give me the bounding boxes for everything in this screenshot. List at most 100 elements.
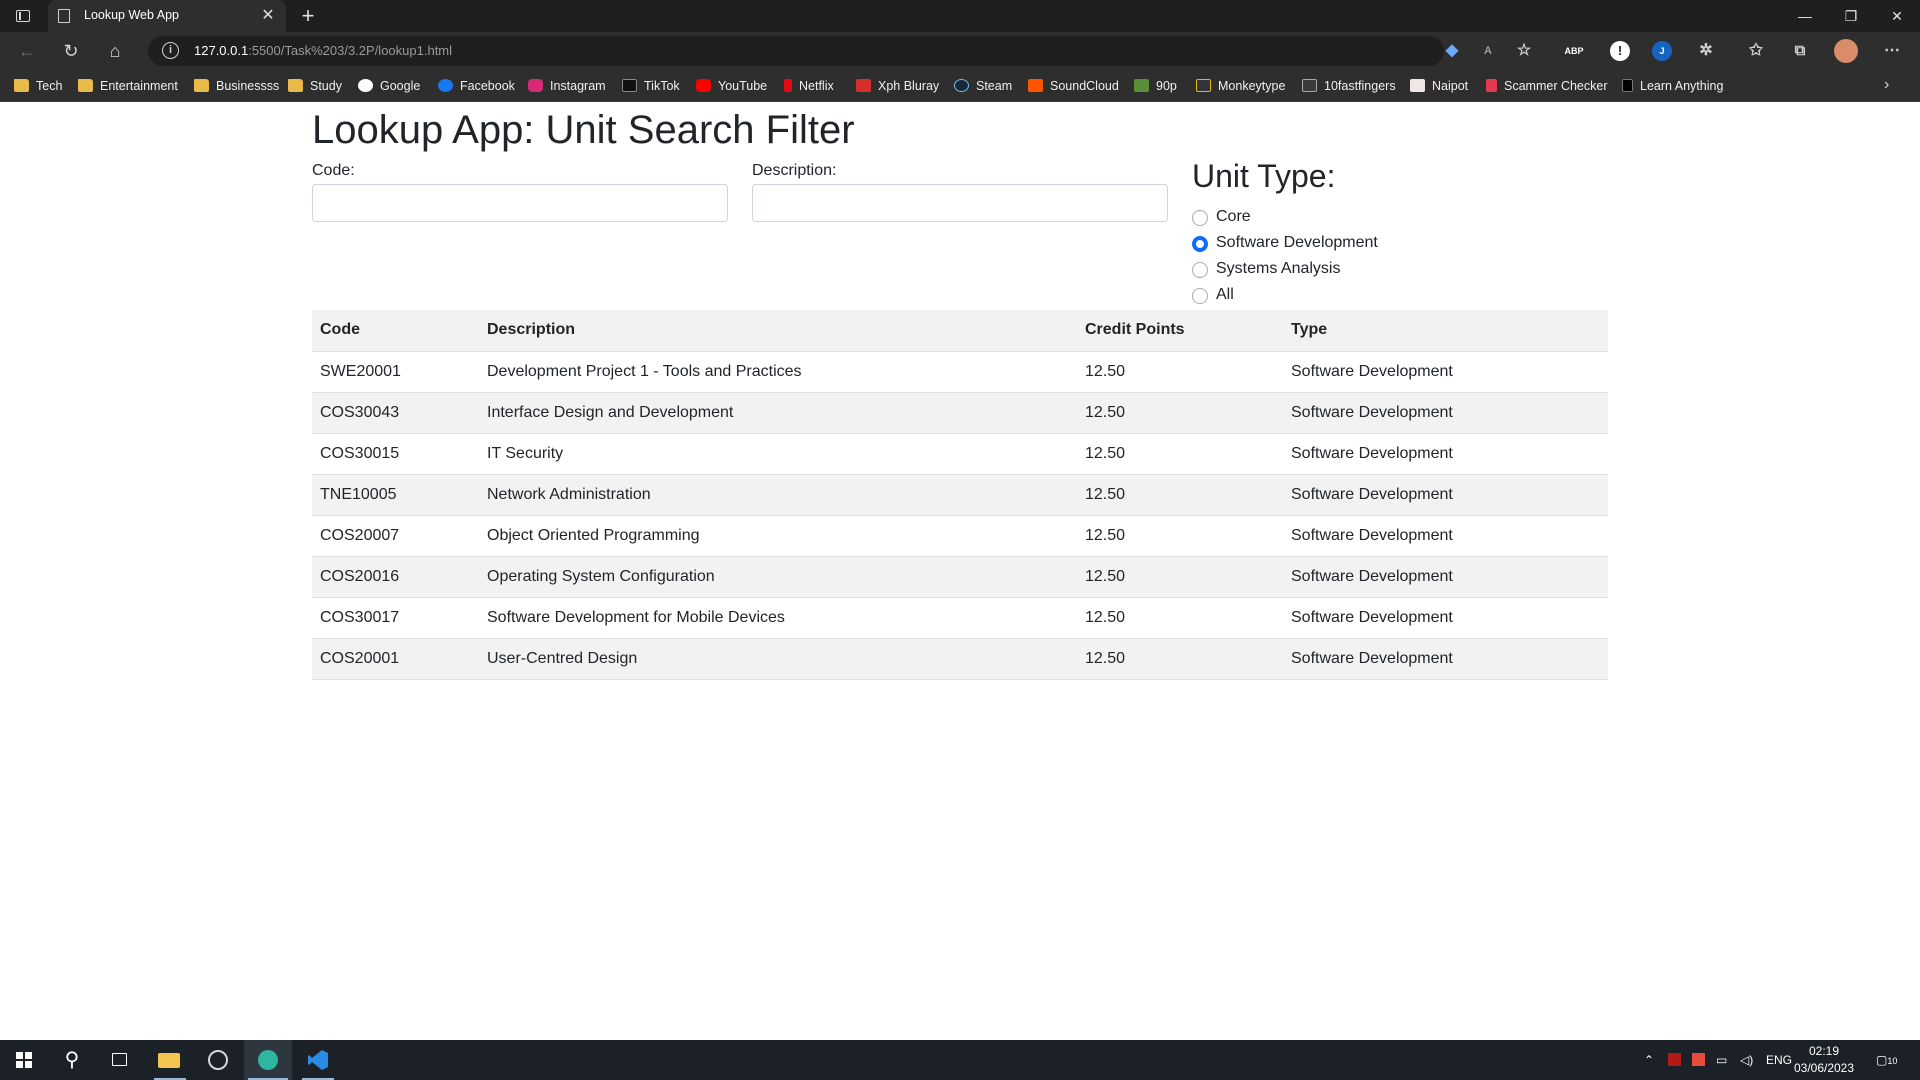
close-tab-icon[interactable]: ✕ (258, 6, 278, 26)
bookmark-label: Facebook (460, 79, 515, 93)
network-icon[interactable]: ▭ (1716, 1040, 1727, 1080)
cell-credit-points: 12.50 (1077, 638, 1283, 680)
new-tab-icon[interactable]: + (296, 4, 320, 28)
bookmark-netflix[interactable]: Netflix (784, 77, 834, 95)
more-menu-icon[interactable]: ⋯ (1882, 41, 1902, 61)
bookmark-label: Learn Anything (1640, 79, 1724, 93)
vscode-icon[interactable] (294, 1040, 342, 1080)
favorite-star-icon[interactable]: ☆ (1514, 41, 1534, 61)
bookmark-monkeytype[interactable]: Monkeytype (1196, 77, 1285, 95)
clock[interactable]: 02:19 03/06/2023 (1792, 1043, 1856, 1077)
code-input[interactable] (312, 184, 728, 222)
notifications-icon[interactable]: ▢10 (1876, 1040, 1897, 1080)
radio-label: Systems Analysis (1216, 260, 1341, 277)
description-label: Description: (752, 162, 837, 179)
extensions-puzzle-icon[interactable]: ✲ (1696, 41, 1716, 61)
radio-button[interactable] (1192, 210, 1208, 226)
back-icon[interactable]: ← (12, 38, 42, 64)
bookmark-facebook[interactable]: Facebook (438, 77, 515, 95)
bookmark-label: Entertainment (100, 79, 178, 93)
radio-button[interactable] (1192, 288, 1208, 304)
bookmark-soundcloud[interactable]: SoundCloud (1028, 77, 1119, 95)
table-row: COS30015 IT Security 12.50 Software Deve… (312, 433, 1608, 475)
bookmark-google[interactable]: Google (358, 77, 420, 95)
folder-icon (14, 79, 29, 92)
tab-actions-icon[interactable] (12, 6, 34, 26)
bookmark-youtube[interactable]: YouTube (696, 77, 767, 95)
cell-code: SWE20001 (312, 351, 479, 393)
bookmark-tiktok[interactable]: TikTok (622, 77, 680, 95)
close-window-icon[interactable]: ✕ (1874, 0, 1920, 32)
bookmark-entertainment[interactable]: Entertainment (78, 77, 178, 95)
bookmark-steam[interactable]: Steam (954, 77, 1012, 95)
bookmark-learn-anything[interactable]: Learn Anything (1622, 77, 1723, 95)
web-page: Lookup App: Unit Search Filter Code: Des… (0, 102, 1920, 1040)
bookmark-label: 10fastfingers (1324, 79, 1396, 93)
site-info-icon[interactable]: i (162, 42, 179, 59)
profile-avatar[interactable] (1834, 39, 1858, 63)
home-icon[interactable]: ⌂ (100, 38, 130, 64)
file-explorer-icon[interactable] (146, 1040, 194, 1080)
reload-icon[interactable]: ↻ (56, 38, 86, 64)
task-view-icon[interactable] (96, 1040, 144, 1080)
tray-antivirus-icon[interactable] (1692, 1040, 1705, 1080)
radio-button[interactable] (1192, 262, 1208, 278)
tag-extension-icon[interactable]: ◆ (1442, 41, 1462, 61)
url-path: :5500/Task%203/3.2P/lookup1.html (248, 43, 453, 58)
radio-button-checked[interactable] (1192, 236, 1208, 252)
bookmark-businessss[interactable]: Businessss (194, 77, 279, 95)
bookmark-label: Netflix (799, 79, 834, 93)
clock-date: 03/06/2023 (1793, 1061, 1855, 1075)
bookmark-90p[interactable]: 90p (1134, 77, 1177, 95)
table-row: COS30017 Software Development for Mobile… (312, 597, 1608, 639)
browser-toolbar: ← ↻ ⌂ i 127.0.0.1:5500/Task%203/3.2P/loo… (0, 32, 1920, 70)
cell-type: Software Development (1283, 638, 1608, 680)
tray-app-icon[interactable] (1668, 1040, 1681, 1080)
chevron-right-icon[interactable]: › (1884, 76, 1889, 94)
bookmark-naipot[interactable]: Naipot (1410, 77, 1468, 95)
bookmark-label: Naipot (1432, 79, 1469, 93)
bookmark-label: Businessss (216, 79, 280, 93)
j-extension-icon[interactable]: J (1652, 41, 1672, 61)
description-input[interactable] (752, 184, 1168, 222)
folder-icon (78, 79, 93, 92)
restore-icon[interactable]: ❐ (1828, 0, 1874, 32)
minimize-icon[interactable]: — (1782, 0, 1828, 32)
adblock-plus-icon[interactable]: ABP (1564, 41, 1584, 61)
volume-icon[interactable]: ◁) (1740, 1040, 1753, 1080)
bookmark-label: Tech (36, 79, 63, 93)
bookmark-label: Study (310, 79, 342, 93)
browser-tab[interactable]: Lookup Web App ✕ (48, 0, 286, 32)
cell-type: Software Development (1283, 392, 1608, 434)
bookmark-label: Instagram (550, 79, 606, 93)
tray-overflow-icon[interactable]: ⌃ (1644, 1040, 1654, 1080)
tab-title: Lookup Web App (84, 8, 179, 22)
bookmark-xph-bluray[interactable]: Xph Bluray (856, 77, 939, 95)
favorites-icon[interactable]: ✩ (1746, 41, 1766, 61)
password-manager-icon[interactable]: ! (1610, 41, 1630, 61)
column-header-description: Description (479, 310, 1077, 352)
start-button[interactable] (0, 1040, 48, 1080)
radio-label: Core (1216, 208, 1251, 225)
edge-browser-icon[interactable] (244, 1040, 292, 1080)
read-aloud-icon[interactable]: A (1478, 41, 1498, 61)
bookmark-scammer-checker[interactable]: Scammer Checker (1486, 77, 1608, 95)
cell-description: Operating System Configuration (479, 556, 1077, 598)
bookmark-instagram[interactable]: Instagram (528, 77, 606, 95)
search-icon[interactable]: ⚲ (48, 1040, 96, 1080)
bookmark-study[interactable]: Study (288, 77, 342, 95)
app-icon[interactable] (194, 1040, 242, 1080)
address-bar[interactable]: i 127.0.0.1:5500/Task%203/3.2P/lookup1.h… (148, 36, 1444, 66)
unit-type-heading: Unit Type: (1192, 158, 1336, 194)
cell-credit-points: 12.50 (1077, 433, 1283, 475)
cell-description: Object Oriented Programming (479, 515, 1077, 557)
bookmark-label: SoundCloud (1050, 79, 1119, 93)
cell-type: Software Development (1283, 515, 1608, 557)
url-text[interactable]: 127.0.0.1:5500/Task%203/3.2P/lookup1.htm… (194, 43, 452, 58)
bookmark-label: Xph Bluray (878, 79, 940, 93)
bookmark-tech[interactable]: Tech (14, 77, 62, 95)
cell-credit-points: 12.50 (1077, 351, 1283, 393)
bookmark-10fastfingers[interactable]: 10fastfingers (1302, 77, 1396, 95)
language-indicator[interactable]: ENG (1766, 1040, 1792, 1080)
collections-icon[interactable]: ⧉ (1790, 41, 1810, 61)
